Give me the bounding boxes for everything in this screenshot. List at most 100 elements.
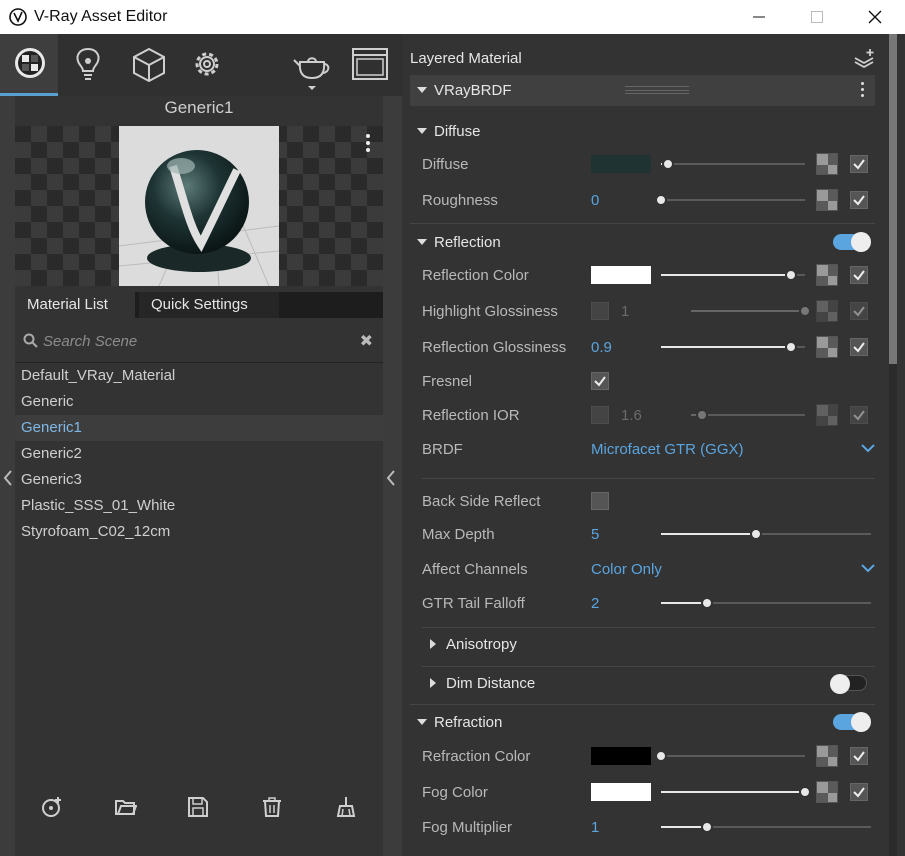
section-reflection[interactable]: Reflection bbox=[410, 227, 875, 257]
geometry-tab[interactable] bbox=[117, 34, 175, 96]
section-anisotropy[interactable]: Anisotropy bbox=[410, 629, 875, 659]
section-dim-distance[interactable]: Dim Distance bbox=[410, 668, 875, 698]
properties-scrollbar[interactable] bbox=[889, 34, 897, 856]
param-label: Fog Multiplier bbox=[422, 819, 513, 836]
collapse-panel-icon[interactable] bbox=[386, 470, 396, 486]
tab-quick-settings[interactable]: Quick Settings bbox=[139, 292, 279, 318]
material-preview bbox=[15, 126, 383, 286]
reflection-ior-value: 1.6 bbox=[621, 407, 642, 424]
reflection-color-slider[interactable] bbox=[661, 269, 805, 281]
enable-checkbox[interactable] bbox=[850, 191, 868, 209]
drag-handle-icon[interactable] bbox=[625, 86, 689, 94]
clear-search-icon[interactable]: ✖ bbox=[360, 331, 373, 351]
fog-color-slider[interactable] bbox=[661, 786, 811, 798]
list-tabs: Material List Quick Settings bbox=[15, 292, 383, 318]
materials-icon bbox=[15, 48, 45, 78]
enable-checkbox[interactable] bbox=[850, 266, 868, 284]
material-list-item[interactable]: Styrofoam_C02_12cm bbox=[15, 519, 383, 545]
max-depth-slider[interactable] bbox=[661, 528, 871, 540]
material-list-item[interactable]: Generic1 bbox=[15, 415, 383, 441]
enable-checkbox[interactable] bbox=[850, 747, 868, 765]
add-layer-icon[interactable] bbox=[853, 48, 875, 68]
refraction-color-swatch[interactable] bbox=[591, 747, 651, 765]
search-bar[interactable]: Search Scene ✖ bbox=[15, 326, 383, 356]
list-actions-bar bbox=[15, 790, 383, 822]
fog-multiplier-slider[interactable] bbox=[661, 821, 871, 833]
expand-arrow-icon[interactable] bbox=[417, 239, 427, 245]
frame-buffer-button[interactable] bbox=[338, 34, 396, 96]
minimize-button[interactable] bbox=[730, 0, 788, 34]
section-refraction[interactable]: Refraction bbox=[410, 707, 875, 737]
param-label: Max Depth bbox=[422, 526, 495, 543]
refraction-color-slider[interactable] bbox=[655, 750, 805, 762]
preview-options-icon[interactable] bbox=[365, 132, 371, 154]
materials-tab[interactable] bbox=[0, 34, 58, 96]
refraction-toggle[interactable] bbox=[833, 712, 871, 732]
maximize-button[interactable] bbox=[788, 0, 846, 34]
texture-slot-icon[interactable] bbox=[816, 153, 838, 175]
save-button[interactable] bbox=[187, 796, 209, 818]
chevron-down-icon[interactable] bbox=[861, 564, 875, 573]
layer-options-icon[interactable] bbox=[861, 82, 865, 100]
brdf-layer-header[interactable]: VRayBRDF bbox=[410, 75, 875, 106]
texture-slot-icon[interactable] bbox=[816, 781, 838, 803]
max-depth-value[interactable]: 5 bbox=[591, 526, 599, 543]
gtr-tail-falloff-slider[interactable] bbox=[661, 597, 871, 609]
fresnel-checkbox[interactable] bbox=[591, 372, 609, 390]
back-side-checkbox[interactable] bbox=[591, 492, 609, 510]
section-diffuse[interactable]: Diffuse bbox=[410, 116, 875, 146]
chevron-down-icon[interactable] bbox=[861, 444, 875, 453]
texture-slot-icon[interactable] bbox=[816, 189, 838, 211]
section-label: Anisotropy bbox=[446, 636, 517, 653]
row-gtr-tail-falloff: GTR Tail Falloff 2 bbox=[422, 588, 875, 618]
close-button[interactable] bbox=[846, 0, 904, 34]
lock-checkbox[interactable] bbox=[591, 406, 609, 424]
texture-slot-icon[interactable] bbox=[816, 336, 838, 358]
add-material-button[interactable] bbox=[41, 796, 63, 818]
expand-arrow-icon[interactable] bbox=[430, 639, 436, 649]
lights-tab[interactable] bbox=[58, 34, 116, 96]
material-list-item[interactable]: Generic3 bbox=[15, 467, 383, 493]
reflection-toggle[interactable] bbox=[833, 232, 871, 252]
fog-color-swatch[interactable] bbox=[591, 783, 651, 801]
material-list-item[interactable]: Default_VRay_Material bbox=[15, 363, 383, 389]
roughness-slider[interactable] bbox=[655, 194, 805, 206]
lock-checkbox[interactable] bbox=[591, 302, 609, 320]
expand-arrow-icon[interactable] bbox=[417, 128, 427, 134]
enable-checkbox[interactable] bbox=[850, 783, 868, 801]
enable-checkbox[interactable] bbox=[850, 338, 868, 356]
search-input[interactable]: Search Scene bbox=[43, 333, 137, 350]
fog-multiplier-value[interactable]: 1 bbox=[591, 819, 599, 836]
reflection-color-swatch[interactable] bbox=[591, 266, 651, 284]
material-list-item[interactable]: Generic bbox=[15, 389, 383, 415]
diffuse-color-swatch[interactable] bbox=[591, 155, 651, 173]
scrollbar-thumb[interactable] bbox=[889, 34, 897, 364]
row-reflection-ior: Reflection IOR 1.6 bbox=[422, 400, 875, 430]
open-file-button[interactable] bbox=[115, 796, 138, 818]
texture-slot-icon[interactable] bbox=[816, 745, 838, 767]
collapse-left-icon[interactable] bbox=[3, 470, 13, 486]
delete-button[interactable] bbox=[261, 796, 283, 818]
diffuse-slider[interactable] bbox=[661, 158, 805, 170]
reflection-glossiness-slider[interactable] bbox=[661, 341, 805, 353]
texture-slot-icon[interactable] bbox=[816, 264, 838, 286]
material-list-item[interactable]: Plastic_SSS_01_White bbox=[15, 493, 383, 519]
material-list-item[interactable]: Generic2 bbox=[15, 441, 383, 467]
param-label: GTR Tail Falloff bbox=[422, 595, 525, 612]
tab-material-list[interactable]: Material List bbox=[15, 292, 135, 318]
gtr-tail-falloff-value[interactable]: 2 bbox=[591, 595, 599, 612]
enable-checkbox[interactable] bbox=[850, 155, 868, 173]
roughness-value[interactable]: 0 bbox=[591, 192, 599, 209]
settings-tab[interactable] bbox=[176, 34, 234, 96]
expand-arrow-icon[interactable] bbox=[430, 678, 436, 688]
reflection-glossiness-value[interactable]: 0.9 bbox=[591, 339, 612, 356]
purge-button[interactable] bbox=[335, 796, 357, 818]
render-button[interactable] bbox=[279, 34, 337, 96]
dim-distance-toggle[interactable] bbox=[830, 674, 867, 694]
brdf-dropdown[interactable]: Microfacet GTR (GGX) bbox=[591, 441, 744, 458]
affect-channels-dropdown[interactable]: Color Only bbox=[591, 561, 662, 578]
expand-arrow-icon[interactable] bbox=[417, 719, 427, 725]
close-icon bbox=[868, 10, 882, 24]
material-list: Default_VRay_Material Generic Generic1 Gene… bbox=[15, 362, 383, 545]
expand-arrow-icon[interactable] bbox=[417, 87, 427, 93]
